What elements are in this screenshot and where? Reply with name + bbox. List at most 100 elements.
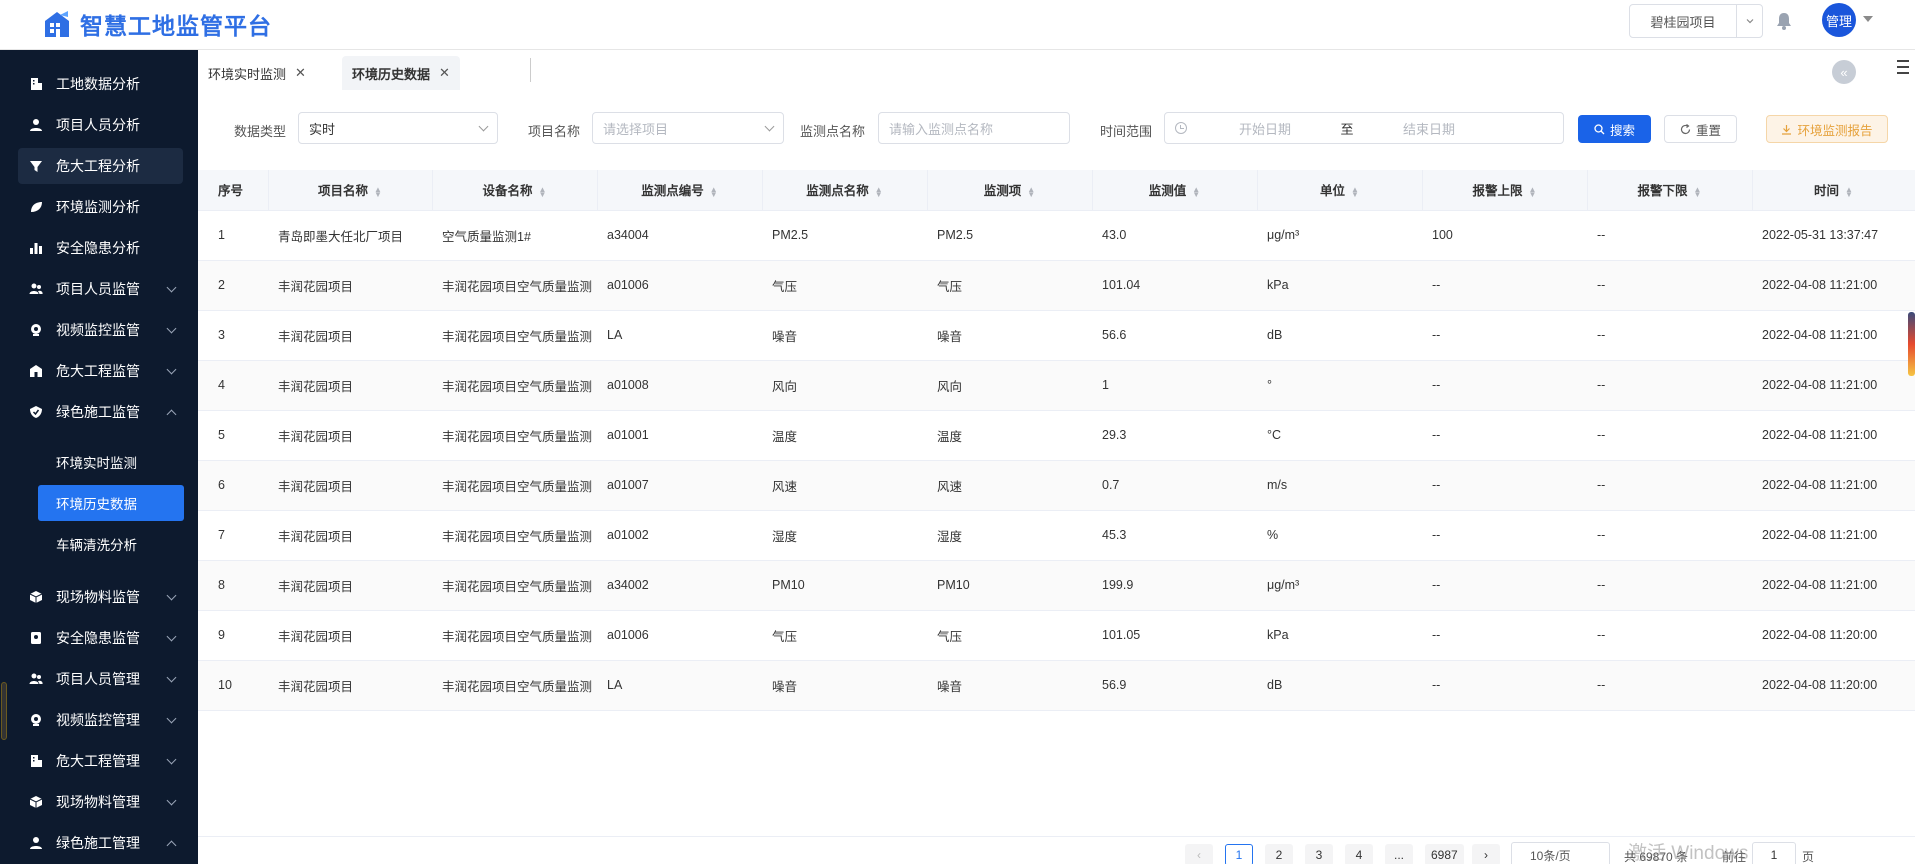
sidebar-item-label: 危大工程分析 [56, 158, 140, 174]
time-range-label: 时间范围 [1100, 124, 1153, 139]
page-number[interactable]: 1 [1225, 844, 1253, 864]
sidebar-item-video-management[interactable]: 视频监控管理 [18, 702, 183, 738]
table-row[interactable]: 4 丰润花园项目 丰润花园项目空气质量监测 a01008 风向 风向 1 ° -- -- 2022-… [198, 360, 1915, 411]
env-report-button[interactable]: 环境监测报告 [1766, 115, 1888, 143]
data-type-select[interactable]: 实时 [298, 112, 498, 144]
end-date-input[interactable]: 结束日期 [1365, 119, 1493, 138]
sidebar-item-hazard-analysis[interactable]: 危大工程分析 [18, 148, 183, 184]
start-date-input[interactable]: 开始日期 [1201, 119, 1329, 138]
table-row[interactable]: 1 青岛即墨大任北厂项目 空气质量监测1# a34004 PM2.5 PM2.5 43.0 μ… [198, 210, 1915, 261]
sidebar-subitem-vehicle-wash[interactable]: 车辆清洗分析 [38, 526, 184, 562]
sidebar-item-label: 工地数据分析 [56, 76, 140, 92]
chevron-up-icon [166, 409, 177, 420]
page-number[interactable]: 4 [1345, 844, 1373, 864]
sidebar-item-video-supervision[interactable]: 视频监控监管 [18, 312, 183, 348]
sidebar-item-staff-management[interactable]: 项目人员管理 [18, 661, 183, 697]
building-icon [28, 753, 44, 769]
next-page-button[interactable]: › [1472, 844, 1500, 864]
column-header-alarm-upper[interactable]: 报警上限 ▲ ▼ [1422, 170, 1588, 211]
data-type-label: 数据类型 [234, 124, 287, 139]
sort-icon: ▲ ▼ [538, 184, 547, 199]
box-icon [28, 794, 44, 810]
project-select[interactable]: 碧桂园项目 [1629, 4, 1763, 38]
sidebar-item-hazard-management[interactable]: 危大工程管理 [18, 743, 183, 779]
chevron-down-icon [166, 672, 177, 683]
table-row[interactable]: 2 丰润花园项目 丰润花园项目空气质量监测 a01006 气压 气压 101.04 kPa --… [198, 260, 1915, 311]
close-icon[interactable]: ✕ [295, 65, 306, 81]
chevron-down-icon [478, 121, 489, 132]
bell-icon[interactable] [1773, 10, 1795, 32]
sidebar-item-label: 环境监测分析 [56, 199, 140, 215]
people-icon [28, 281, 44, 297]
close-icon[interactable]: ✕ [439, 65, 450, 81]
reset-button[interactable]: 重置 [1664, 115, 1737, 143]
sidebar-item-label: 视频监控管理 [56, 712, 140, 728]
search-button[interactable]: 搜索 [1578, 115, 1651, 143]
sidebar-item-hazard-supervision[interactable]: 危大工程监管 [18, 353, 183, 389]
caret-down-icon[interactable] [1863, 16, 1873, 22]
column-header-point-code[interactable]: 监测点编号 ▲ ▼ [597, 170, 763, 211]
person-icon [28, 117, 44, 133]
column-header-point-name[interactable]: 监测点名称 ▲ ▼ [762, 170, 928, 211]
prev-page-button[interactable]: ‹ [1185, 844, 1213, 864]
table-row[interactable]: 5 丰润花园项目 丰润花园项目空气质量监测 a01001 温度 温度 29.3 °C -- -- 2… [198, 410, 1915, 461]
table-row[interactable]: 6 丰润花园项目 丰润花园项目空气质量监测 a01007 风速 风速 0.7 m/s -- -- 2… [198, 460, 1915, 511]
range-separator: 至 [1340, 121, 1354, 137]
chevron-up-icon [166, 840, 177, 851]
page-unit-label: 页 [1802, 850, 1815, 864]
sidebar-item-env-analysis[interactable]: 环境监测分析 [18, 189, 183, 225]
page-number[interactable]: 6987 [1425, 844, 1464, 864]
sidebar-item-site-data-analysis[interactable]: 工地数据分析 [18, 66, 183, 102]
column-header-device[interactable]: 设备名称 ▲ ▼ [432, 170, 598, 211]
table-row[interactable]: 7 丰润花园项目 丰润花园项目空气质量监测 a01002 湿度 湿度 45.3% -- -- 20… [198, 510, 1915, 561]
column-header-project[interactable]: 项目名称 ▲ ▼ [268, 170, 433, 211]
table-row[interactable]: 9 丰润花园项目 丰润花园项目空气质量监测 a01006 气压 气压 101.05 kPa --… [198, 610, 1915, 661]
sort-icon: ▲ ▼ [1693, 184, 1702, 199]
sidebar-item-label: 现场物料监管 [56, 589, 140, 605]
page-scrollbar[interactable] [1908, 312, 1915, 376]
sidebar-subitem-env-realtime[interactable]: 环境实时监测 [38, 444, 184, 480]
sidebar-item-staff-supervision[interactable]: 项目人员监管 [18, 271, 183, 307]
date-range-picker[interactable]: 开始日期 至 结束日期 [1164, 112, 1564, 144]
sidebar-item-green-supervision[interactable]: 绿色施工监管 [18, 394, 183, 430]
menu-icon[interactable] [1897, 60, 1911, 74]
table-body: 1 青岛即墨大任北厂项目 空气质量监测1# a34004 PM2.5 PM2.5 43.0 μ… [198, 210, 1915, 711]
column-header-time[interactable]: 时间 ▲ ▼ [1752, 170, 1915, 211]
sidebar-item-staff-analysis[interactable]: 项目人员分析 [18, 107, 183, 143]
table-header-row: 序号 项目名称 ▲ ▼ 设备名称 ▲ ▼ 监测点编号 ▲ ▼ 监测点名称 ▲ ▼ 监测项 ▲ ▼ 监… [198, 170, 1915, 211]
table-row[interactable]: 10 丰润花园项目 丰润花园项目空气质量监测 LA 噪音 噪音 56.9 dB -- -- 2022… [198, 660, 1915, 711]
tab-label: 环境实时监测 [208, 66, 287, 82]
badge-icon [28, 630, 44, 646]
project-name-select[interactable]: 请选择项目 [592, 112, 784, 144]
collapse-icon[interactable]: « [1832, 60, 1856, 84]
leaf-icon [28, 199, 44, 215]
sidebar-item-material-supervision[interactable]: 现场物料监管 [18, 579, 183, 615]
monitor-point-input[interactable]: 请输入监测点名称 [878, 112, 1070, 144]
search-button-label: 搜索 [1609, 123, 1635, 138]
building-icon [28, 76, 44, 92]
page-number[interactable]: 3 [1305, 844, 1333, 864]
page-number[interactable]: 2 [1265, 844, 1293, 864]
sidebar-subitem-env-history[interactable]: 环境历史数据 [38, 485, 184, 521]
tab-env-realtime[interactable]: 环境实时监测 ✕ [198, 56, 316, 90]
column-header-value[interactable]: 监测值 ▲ ▼ [1092, 170, 1258, 211]
sidebar-scrollbar[interactable] [1, 682, 7, 740]
sidebar-item-safety-supervision[interactable]: 安全隐患监管 [18, 620, 183, 656]
column-header-unit[interactable]: 单位 ▲ ▼ [1257, 170, 1423, 211]
page-ellipsis[interactable]: ... [1385, 844, 1413, 864]
user-avatar[interactable]: 管理 [1822, 3, 1856, 37]
tab-env-history[interactable]: 环境历史数据 ✕ [342, 56, 460, 90]
app-logo[interactable]: 智慧工地监管平台 [42, 6, 272, 42]
sidebar-item-safety-analysis[interactable]: 安全隐患分析 [18, 230, 183, 266]
sidebar-item-material-management[interactable]: 现场物料管理 [18, 784, 183, 820]
chevron-down-icon [166, 590, 177, 601]
chevron-down-icon [166, 713, 177, 724]
table-row[interactable]: 8 丰润花园项目 丰润花园项目空气质量监测 a34002 PM10 PM10 199.9 μg… [198, 560, 1915, 611]
goto-page-input[interactable]: 1 [1752, 842, 1796, 864]
table-row[interactable]: 3 丰润花园项目 丰润花园项目空气质量监测 LA 噪音 噪音 56.6 dB -- -- 2022-… [198, 310, 1915, 361]
building-logo-icon [45, 11, 69, 37]
page-size-select[interactable]: 10条/页 [1511, 842, 1610, 864]
column-header-alarm-lower[interactable]: 报警下限 ▲ ▼ [1587, 170, 1753, 211]
column-header-item[interactable]: 监测项 ▲ ▼ [927, 170, 1093, 211]
sidebar-item-green-management[interactable]: 绿色施工管理 [18, 825, 183, 861]
